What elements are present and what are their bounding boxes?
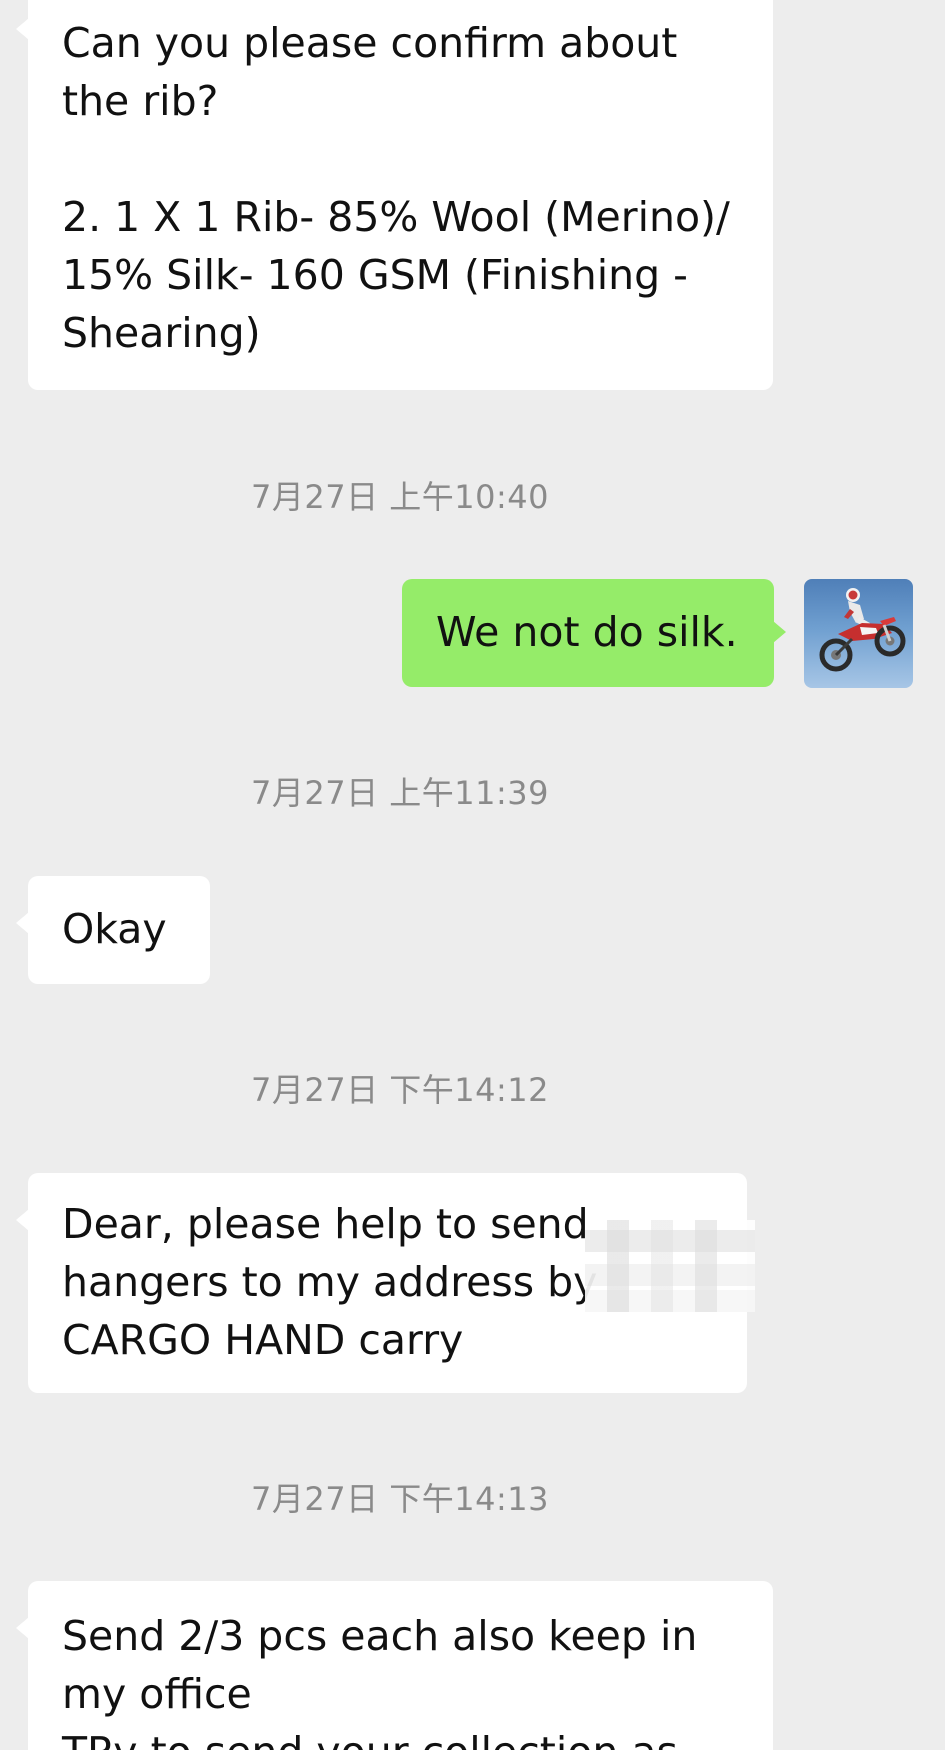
outgoing-message-bubble[interactable]: We not do silk. (402, 579, 786, 687)
message-timestamp: 7月27日 上午11:39 (251, 774, 549, 812)
incoming-message-bubble[interactable]: Can you please confirm about the rib? 2.… (16, 0, 773, 390)
user-avatar[interactable] (804, 579, 913, 688)
message-timestamp: 7月27日 下午14:13 (251, 1480, 549, 1518)
motocross-rider-avatar-icon (819, 588, 906, 672)
message-timestamp: 7月27日 上午10:40 (251, 478, 549, 516)
message-timestamp: 7月27日 下午14:12 (251, 1071, 549, 1109)
redaction-mosaic (585, 1220, 755, 1312)
incoming-message-bubble[interactable]: Send 2/3 pcs each also keep in my office… (16, 1581, 773, 1750)
chat-conversation: Can you please confirm about the rib? 2.… (0, 0, 945, 1750)
incoming-message-bubble[interactable]: Okay (16, 876, 210, 984)
